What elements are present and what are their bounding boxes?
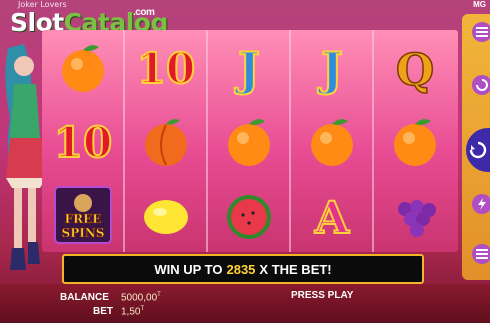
menu-icon <box>476 27 488 37</box>
turbo-button[interactable] <box>472 194 490 214</box>
ten-label: 10 <box>137 44 195 93</box>
symbol-jack: J <box>208 30 290 104</box>
symbol-ten: 10 <box>42 104 124 178</box>
bet-value: 1,50T <box>121 306 145 318</box>
provider-label: MG <box>473 0 486 9</box>
balance-value: 5000,00T <box>121 292 161 304</box>
free-label: FREE <box>65 212 102 226</box>
symbol-watermelon <box>208 178 290 252</box>
autoplay-icon <box>476 79 488 91</box>
jack-label: J <box>317 42 343 96</box>
spins-label: SPINS <box>62 226 105 240</box>
symbol-ace: A <box>291 178 373 252</box>
symbol-ten: 10 <box>125 30 207 104</box>
autoplay-button[interactable] <box>472 75 490 95</box>
reels-area: 10 FREE SPINS 10 J J A Q <box>42 30 458 252</box>
symbol-orange <box>291 104 373 178</box>
bet-label: BET <box>93 306 113 317</box>
menu-icon <box>476 249 488 259</box>
ace-label: A <box>314 193 350 244</box>
symbol-orange <box>374 104 456 178</box>
symbol-free-spins: FREE SPINS <box>42 178 124 252</box>
symbol-lemon <box>125 178 207 252</box>
press-play-label[interactable]: PRESS PLAY <box>291 290 353 301</box>
win-up-to-banner: WIN UP TO 2835 X THE BET! <box>62 254 424 284</box>
symbol-grapes <box>374 178 456 252</box>
queen-label: Q <box>396 45 434 96</box>
settings-button[interactable] <box>472 244 490 264</box>
symbol-queen: Q <box>374 30 456 104</box>
bottom-info-panel <box>0 284 490 323</box>
symbol-jack: J <box>291 30 373 104</box>
watermark-com: .com <box>133 7 155 18</box>
banner-suffix: X THE BET! <box>259 261 332 277</box>
menu-button[interactable] <box>472 22 490 42</box>
symbol-orange <box>208 104 290 178</box>
symbol-peach <box>125 104 207 178</box>
turbo-icon <box>478 198 486 210</box>
banner-amount: 2835 <box>226 261 256 277</box>
symbol-orange <box>42 30 124 104</box>
spin-icon <box>469 141 487 159</box>
jack-label: J <box>234 42 260 96</box>
ten-label: 10 <box>54 118 112 167</box>
banner-prefix: WIN UP TO <box>154 261 223 277</box>
balance-label: BALANCE <box>60 292 109 303</box>
